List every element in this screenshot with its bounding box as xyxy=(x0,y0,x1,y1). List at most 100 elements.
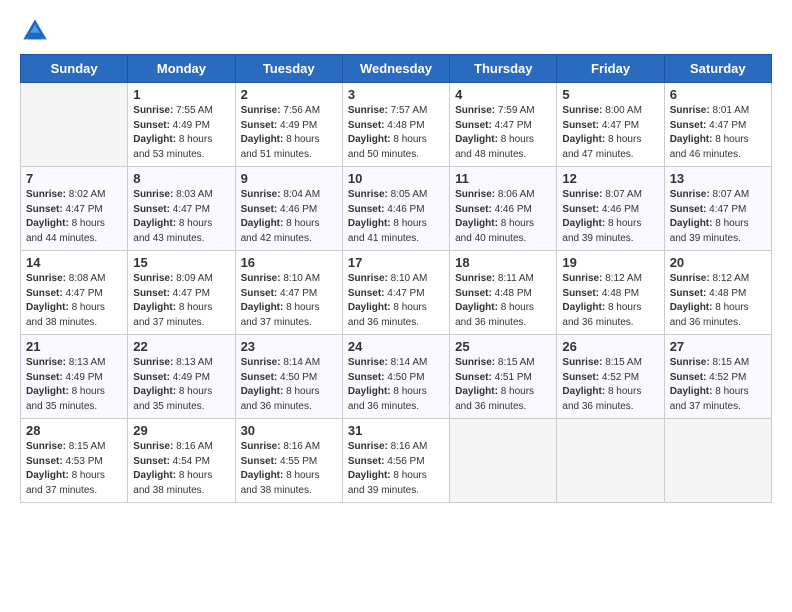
day-number: 27 xyxy=(670,339,766,354)
day-number: 21 xyxy=(26,339,122,354)
day-info: Sunrise: 8:11 AMSunset: 4:48 PMDaylight:… xyxy=(455,272,551,330)
day-info: Sunrise: 7:57 AMSunset: 4:48 PMDaylight:… xyxy=(348,104,444,162)
calendar-day-cell: 23Sunrise: 8:14 AMSunset: 4:50 PMDayligh… xyxy=(235,335,342,419)
calendar-day-cell: 8 Sunrise: 8:03 AMSunset: 4:47 PMDaylight… xyxy=(128,167,235,251)
day-info: Sunrise: 8:16 AMSunset: 4:56 PMDaylight:… xyxy=(348,440,444,498)
day-info: Sunrise: 8:12 AMSunset: 4:48 PMDaylight:… xyxy=(562,272,658,330)
calendar-day-cell: 15 Sunrise: 8:09 AMSunset: 4:47 PMDayligh… xyxy=(128,251,235,335)
calendar-day-header: Saturday xyxy=(664,55,771,83)
calendar-week-row: 1Sunrise: 7:55 AMSunset: 4:49 PMDaylight… xyxy=(21,83,772,167)
day-number: 14 xyxy=(26,255,122,270)
day-number: 16 xyxy=(241,255,337,270)
day-info: Sunrise: 8:12 AMSunset: 4:48 PMDaylight:… xyxy=(670,272,766,330)
calendar-day-cell: 4 Sunrise: 7:59 AMSunset: 4:47 PMDaylight… xyxy=(450,83,557,167)
calendar-day-cell: 28 Sunrise: 8:15 AMSunset: 4:53 PMDayligh… xyxy=(21,419,128,503)
calendar-day-cell: 12 Sunrise: 8:07 AMSunset: 4:46 PMDayligh… xyxy=(557,167,664,251)
day-number: 24 xyxy=(348,339,444,354)
calendar-day-header: Wednesday xyxy=(342,55,449,83)
day-info: Sunrise: 8:10 AMSunset: 4:47 PMDaylight:… xyxy=(348,272,444,330)
day-number: 3 xyxy=(348,87,444,102)
day-number: 15 xyxy=(133,255,229,270)
day-info: Sunrise: 8:13 AMSunset: 4:49 PMDaylight:… xyxy=(26,356,122,414)
day-info: Sunrise: 8:05 AMSunset: 4:46 PMDaylight:… xyxy=(348,188,444,246)
calendar-day-header: Friday xyxy=(557,55,664,83)
calendar-day-cell: 26 Sunrise: 8:15 AMSunset: 4:52 PMDayligh… xyxy=(557,335,664,419)
calendar-day-cell: 19 Sunrise: 8:12 AMSunset: 4:48 PMDayligh… xyxy=(557,251,664,335)
day-info: Sunrise: 8:15 AMSunset: 4:53 PMDaylight:… xyxy=(26,440,122,498)
calendar-day-header: Thursday xyxy=(450,55,557,83)
day-number: 8 xyxy=(133,171,229,186)
day-info: Sunrise: 8:07 AMSunset: 4:46 PMDaylight:… xyxy=(562,188,658,246)
day-number: 2 xyxy=(241,87,337,102)
logo-icon xyxy=(20,16,50,46)
calendar-day-cell xyxy=(557,419,664,503)
calendar-day-header: Sunday xyxy=(21,55,128,83)
calendar-day-cell: 22 Sunrise: 8:13 AMSunset: 4:49 PMDayligh… xyxy=(128,335,235,419)
day-number: 9 xyxy=(241,171,337,186)
calendar-day-cell xyxy=(21,83,128,167)
calendar-day-cell: 18Sunrise: 8:11 AMSunset: 4:48 PMDayligh… xyxy=(450,251,557,335)
calendar-day-cell: 16 Sunrise: 8:10 AMSunset: 4:47 PMDayligh… xyxy=(235,251,342,335)
day-number: 28 xyxy=(26,423,122,438)
day-number: 31 xyxy=(348,423,444,438)
calendar-day-cell: 11 Sunrise: 8:06 AMSunset: 4:46 PMDayligh… xyxy=(450,167,557,251)
day-info: Sunrise: 7:55 AMSunset: 4:49 PMDaylight:… xyxy=(133,104,229,162)
day-number: 5 xyxy=(562,87,658,102)
day-number: 4 xyxy=(455,87,551,102)
day-number: 26 xyxy=(562,339,658,354)
calendar-week-row: 21 Sunrise: 8:13 AMSunset: 4:49 PMDayligh… xyxy=(21,335,772,419)
day-info: Sunrise: 8:02 AMSunset: 4:47 PMDaylight:… xyxy=(26,188,122,246)
calendar-day-cell: 30Sunrise: 8:16 AMSunset: 4:55 PMDayligh… xyxy=(235,419,342,503)
day-number: 25 xyxy=(455,339,551,354)
calendar-day-cell: 25 Sunrise: 8:15 AMSunset: 4:51 PMDayligh… xyxy=(450,335,557,419)
day-number: 11 xyxy=(455,171,551,186)
day-info: Sunrise: 8:06 AMSunset: 4:46 PMDaylight:… xyxy=(455,188,551,246)
day-info: Sunrise: 8:10 AMSunset: 4:47 PMDaylight:… xyxy=(241,272,337,330)
calendar-day-header: Monday xyxy=(128,55,235,83)
calendar-day-cell xyxy=(450,419,557,503)
day-info: Sunrise: 7:59 AMSunset: 4:47 PMDaylight:… xyxy=(455,104,551,162)
calendar-header-row: SundayMondayTuesdayWednesdayThursdayFrid… xyxy=(21,55,772,83)
calendar-day-cell: 17 Sunrise: 8:10 AMSunset: 4:47 PMDayligh… xyxy=(342,251,449,335)
day-info: Sunrise: 8:09 AMSunset: 4:47 PMDaylight:… xyxy=(133,272,229,330)
calendar-day-cell: 7 Sunrise: 8:02 AMSunset: 4:47 PMDaylight… xyxy=(21,167,128,251)
calendar-day-cell: 6 Sunrise: 8:01 AMSunset: 4:47 PMDaylight… xyxy=(664,83,771,167)
day-info: Sunrise: 8:08 AMSunset: 4:47 PMDaylight:… xyxy=(26,272,122,330)
day-number: 20 xyxy=(670,255,766,270)
day-number: 29 xyxy=(133,423,229,438)
calendar-container: SundayMondayTuesdayWednesdayThursdayFrid… xyxy=(0,0,792,612)
day-info: Sunrise: 7:56 AMSunset: 4:49 PMDaylight:… xyxy=(241,104,337,162)
calendar-table: SundayMondayTuesdayWednesdayThursdayFrid… xyxy=(20,54,772,503)
day-number: 12 xyxy=(562,171,658,186)
calendar-day-cell: 9 Sunrise: 8:04 AMSunset: 4:46 PMDaylight… xyxy=(235,167,342,251)
day-info: Sunrise: 8:13 AMSunset: 4:49 PMDaylight:… xyxy=(133,356,229,414)
day-number: 6 xyxy=(670,87,766,102)
header-row xyxy=(20,16,772,46)
day-info: Sunrise: 8:01 AMSunset: 4:47 PMDaylight:… xyxy=(670,104,766,162)
calendar-day-header: Tuesday xyxy=(235,55,342,83)
logo xyxy=(20,16,54,46)
calendar-day-cell: 21 Sunrise: 8:13 AMSunset: 4:49 PMDayligh… xyxy=(21,335,128,419)
day-number: 19 xyxy=(562,255,658,270)
calendar-day-cell: 24Sunrise: 8:14 AMSunset: 4:50 PMDayligh… xyxy=(342,335,449,419)
day-info: Sunrise: 8:15 AMSunset: 4:51 PMDaylight:… xyxy=(455,356,551,414)
day-number: 17 xyxy=(348,255,444,270)
day-info: Sunrise: 8:16 AMSunset: 4:55 PMDaylight:… xyxy=(241,440,337,498)
calendar-day-cell: 27 Sunrise: 8:15 AMSunset: 4:52 PMDayligh… xyxy=(664,335,771,419)
calendar-day-cell: 10Sunrise: 8:05 AMSunset: 4:46 PMDayligh… xyxy=(342,167,449,251)
day-info: Sunrise: 8:04 AMSunset: 4:46 PMDaylight:… xyxy=(241,188,337,246)
day-number: 22 xyxy=(133,339,229,354)
calendar-day-cell: 5 Sunrise: 8:00 AMSunset: 4:47 PMDaylight… xyxy=(557,83,664,167)
day-number: 13 xyxy=(670,171,766,186)
day-number: 23 xyxy=(241,339,337,354)
day-info: Sunrise: 8:03 AMSunset: 4:47 PMDaylight:… xyxy=(133,188,229,246)
day-info: Sunrise: 8:15 AMSunset: 4:52 PMDaylight:… xyxy=(562,356,658,414)
day-number: 7 xyxy=(26,171,122,186)
day-info: Sunrise: 8:00 AMSunset: 4:47 PMDaylight:… xyxy=(562,104,658,162)
calendar-day-cell: 29Sunrise: 8:16 AMSunset: 4:54 PMDayligh… xyxy=(128,419,235,503)
calendar-day-cell: 20 Sunrise: 8:12 AMSunset: 4:48 PMDayligh… xyxy=(664,251,771,335)
day-info: Sunrise: 8:07 AMSunset: 4:47 PMDaylight:… xyxy=(670,188,766,246)
calendar-day-cell: 14 Sunrise: 8:08 AMSunset: 4:47 PMDayligh… xyxy=(21,251,128,335)
day-info: Sunrise: 8:15 AMSunset: 4:52 PMDaylight:… xyxy=(670,356,766,414)
calendar-day-cell: 13 Sunrise: 8:07 AMSunset: 4:47 PMDayligh… xyxy=(664,167,771,251)
